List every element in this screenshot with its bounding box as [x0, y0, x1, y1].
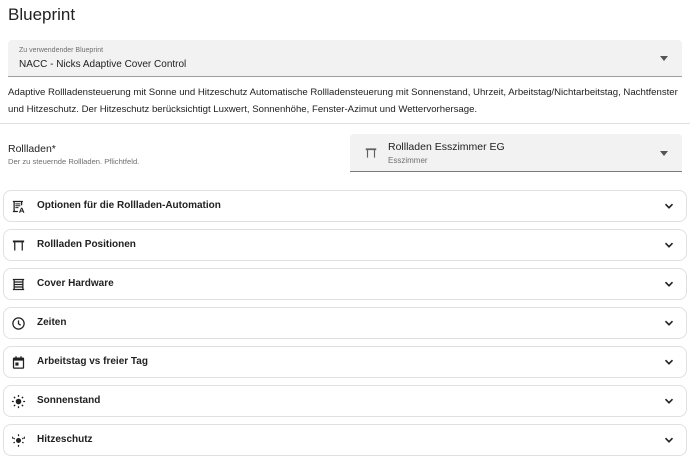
- section-title: Sonnenstand: [37, 395, 101, 406]
- chevron-down-icon[interactable]: [664, 435, 674, 445]
- shutter-closed-icon: [11, 277, 26, 292]
- blueprint-select-label: Zu verwendender Blueprint: [19, 47, 104, 54]
- heat-protection-icon: [11, 433, 26, 448]
- rollladen-field-description: Der zu steuernde Rollladen. Pflichtfeld.: [8, 157, 140, 166]
- chevron-down-icon[interactable]: [664, 318, 674, 328]
- blueprint-description: Adaptive Rollladensteuerung mit Sonne un…: [8, 87, 678, 115]
- rollladen-entity-picker[interactable]: Rollladen Esszimmer EG Esszimmer: [350, 134, 682, 172]
- divider: [0, 123, 690, 124]
- section-arbeitstag[interactable]: Arbeitstag vs freier Tag: [3, 346, 687, 378]
- clock-icon: [11, 316, 26, 331]
- section-title: Cover Hardware: [37, 278, 114, 289]
- blueprint-select-value: NACC - Nicks Adaptive Cover Control: [19, 59, 187, 70]
- window-shutter-icon: [11, 238, 26, 253]
- section-hitzeschutz[interactable]: Hitzeschutz: [3, 424, 687, 456]
- chevron-down-icon[interactable]: [664, 279, 674, 289]
- chevron-down-icon[interactable]: [660, 56, 668, 61]
- entity-name: Rollladen Esszimmer EG: [388, 141, 505, 153]
- window-shutter-icon: [364, 146, 378, 160]
- chevron-down-icon[interactable]: [664, 357, 674, 367]
- section-title: Hitzeschutz: [37, 434, 93, 445]
- entity-area: Esszimmer: [388, 156, 428, 165]
- section-title: Optionen für die Rollladen-Automation: [37, 200, 221, 211]
- rollladen-field-title: Rollladen*: [8, 143, 56, 155]
- blueprint-select[interactable]: Zu verwendender Blueprint NACC - Nicks A…: [8, 40, 682, 77]
- section-zeiten[interactable]: Zeiten: [3, 307, 687, 339]
- section-sonnenstand[interactable]: Sonnenstand: [3, 385, 687, 417]
- calendar-icon: [11, 355, 26, 370]
- section-automation-options[interactable]: Optionen für die Rollladen-Automation: [3, 190, 687, 222]
- section-title: Zeiten: [37, 317, 67, 328]
- chevron-down-icon[interactable]: [664, 201, 674, 211]
- shutter-auto-icon: [11, 199, 26, 214]
- page-title: Blueprint: [8, 5, 76, 24]
- chevron-down-icon[interactable]: [664, 240, 674, 250]
- chevron-down-icon[interactable]: [660, 151, 668, 156]
- section-title: Rollladen Positionen: [37, 239, 136, 250]
- sun-icon: [11, 394, 26, 409]
- chevron-down-icon[interactable]: [664, 396, 674, 406]
- section-cover-hardware[interactable]: Cover Hardware: [3, 268, 687, 300]
- section-rollladen-positionen[interactable]: Rollladen Positionen: [3, 229, 687, 261]
- section-title: Arbeitstag vs freier Tag: [37, 356, 148, 367]
